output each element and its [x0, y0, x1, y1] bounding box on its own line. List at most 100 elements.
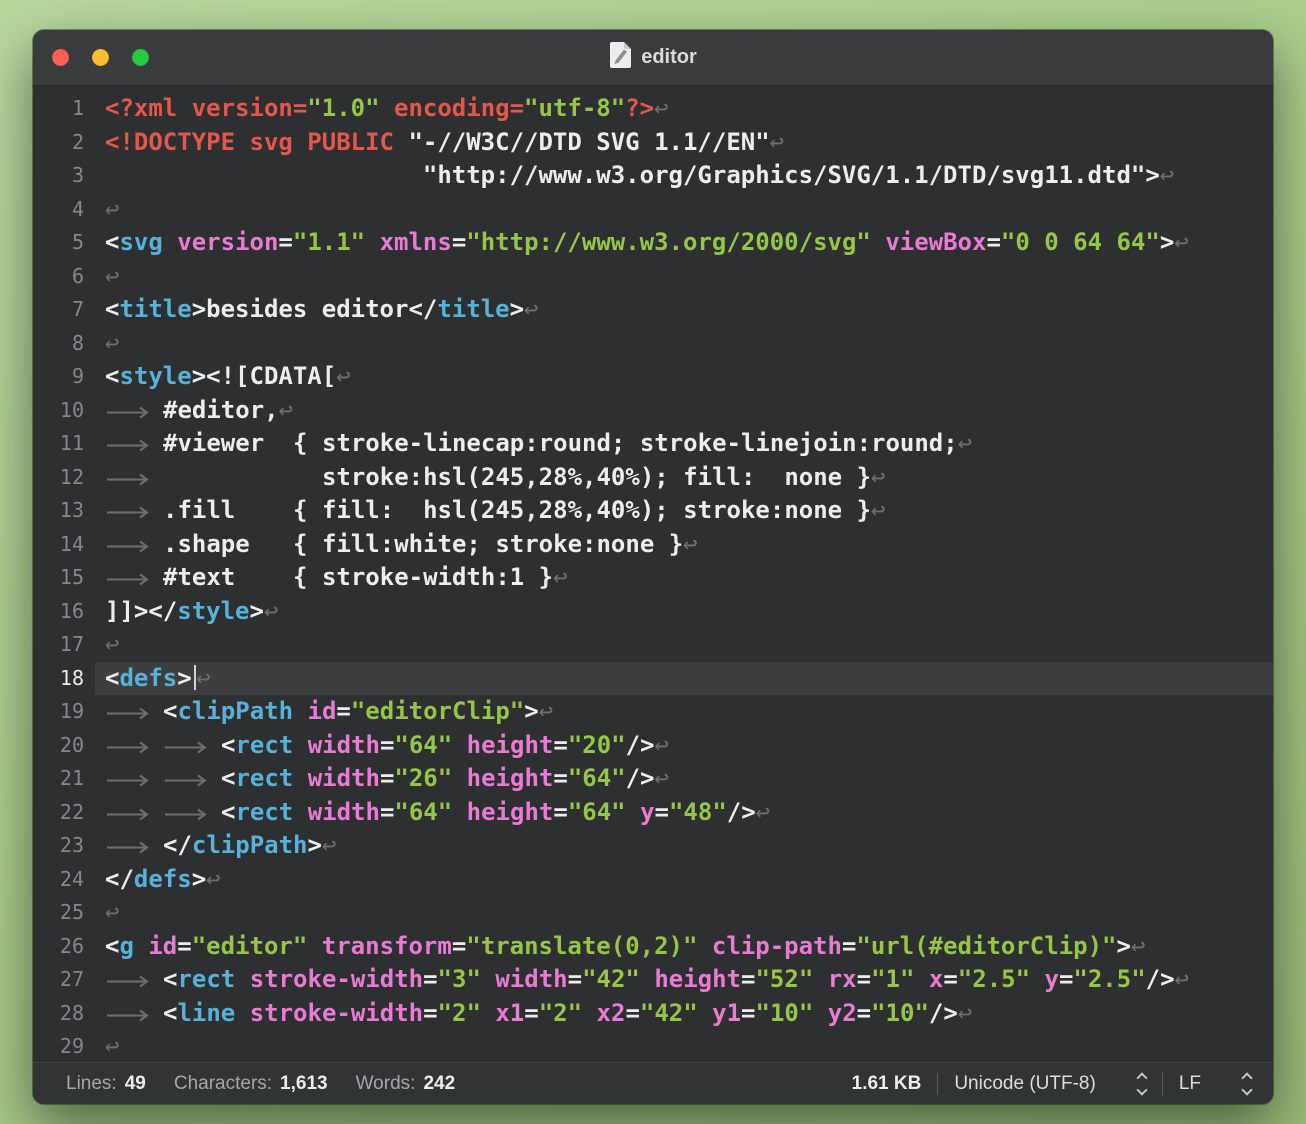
minimize-button[interactable] [92, 49, 109, 66]
code-token: /> [625, 730, 655, 759]
code-line[interactable]: 16]]></style>↩ [33, 595, 1273, 629]
code-line[interactable]: 19 <clipPath id="editorClip">↩ [33, 695, 1273, 729]
code-line-content[interactable]: <defs> ↩ [95, 661, 1273, 695]
code-token: = [278, 228, 293, 256]
code-line[interactable]: 9 <style><![CDATA[↩ [33, 360, 1273, 394]
code-line[interactable]: 10 #editor,↩ [33, 394, 1273, 428]
code-line[interactable]: 12 stroke:hsl(245,28%,40%); fill: none }… [33, 461, 1273, 495]
code-line[interactable]: 1 <?xml version="1.0" encoding="utf-8"?>↩ [33, 92, 1273, 126]
code-line[interactable]: 3 "http://www.w3.org/Graphics/SVG/1.1/DT… [33, 159, 1273, 193]
code-token: .fill { fill: hsl(245,28%,40%); stroke:n… [163, 496, 872, 524]
code-line[interactable]: 29 ↩ [33, 1030, 1273, 1062]
code-token: y2 [827, 998, 857, 1027]
code-token: "64" [567, 764, 626, 792]
code-token: rx [827, 965, 857, 993]
code-line-content[interactable]: ↩ [95, 193, 1273, 227]
encoding-select[interactable]: Unicode (UTF-8) [954, 1071, 1148, 1096]
code-line[interactable]: 7 <title>besides editor</title>↩ [33, 293, 1273, 327]
code-line[interactable]: 2 <!DOCTYPE svg PUBLIC "-//W3C//DTD SVG 1… [33, 126, 1273, 160]
code-token: "42" [582, 965, 640, 993]
code-line-content[interactable]: ]]></style>↩ [95, 595, 1273, 629]
line-ending-select[interactable]: LF [1179, 1071, 1253, 1096]
code-line[interactable]: 25 ↩ [33, 896, 1273, 930]
code-token: height [466, 797, 554, 826]
tab-invisible [163, 762, 221, 796]
code-line-content[interactable]: ↩ [95, 896, 1273, 930]
code-line-content[interactable]: "http://www.w3.org/Graphics/SVG/1.1/DTD/… [95, 159, 1273, 193]
code-line[interactable]: 6 ↩ [33, 260, 1273, 294]
code-line-content[interactable]: <rect stroke-width="3" width="42" height… [95, 963, 1273, 997]
code-token: width [307, 797, 380, 826]
code-token: "1" [871, 965, 915, 993]
code-line[interactable]: 27 <rect stroke-width="3" width="42" heig… [33, 963, 1273, 997]
code-line[interactable]: 11 #viewer { stroke-linecap:round; stroke… [33, 427, 1273, 461]
code-line-content[interactable]: #editor,↩ [95, 394, 1273, 428]
code-token: "editorClip" [350, 697, 525, 725]
code-line-content[interactable]: </defs>↩ [95, 863, 1273, 897]
code-line-content[interactable]: ↩ [95, 327, 1273, 361]
code-token: clip-path [711, 931, 842, 960]
code-line-content[interactable]: <style><![CDATA[↩ [95, 360, 1273, 394]
code-line-content[interactable]: <rect width="64" height="64" y="48"/>↩ [95, 796, 1273, 830]
code-line-content[interactable]: </clipPath>↩ [95, 829, 1273, 863]
code-line-content[interactable]: #text { stroke-width:1 }↩ [95, 561, 1273, 595]
newline-invisible: ↩ [105, 261, 120, 290]
characters-value: 1,613 [280, 1072, 328, 1094]
title-bar[interactable]: editor [33, 30, 1273, 86]
code-line[interactable]: 5 <svg version="1.1" xmlns="http://www.w3… [33, 226, 1273, 260]
code-token: defs [119, 663, 178, 692]
code-line[interactable]: 13 .fill { fill: hsl(245,28%,40%); stroke… [33, 494, 1273, 528]
code-line[interactable]: 28 <line stroke-width="2" x1="2" x2="42" … [33, 997, 1273, 1031]
code-line[interactable]: 22 <rect width="64" height="64" y="48"/>↩ [33, 796, 1273, 830]
code-line-content[interactable]: <g id="editor" transform="translate(0,2)… [95, 930, 1273, 964]
encoding-stepper[interactable] [1136, 1071, 1148, 1096]
code-line-content[interactable]: <clipPath id="editorClip">↩ [95, 695, 1273, 729]
code-line-content[interactable]: <svg version="1.1" xmlns="http://www.w3.… [95, 226, 1273, 260]
code-line-content[interactable]: <line stroke-width="2" x1="2" x2="42" y1… [95, 997, 1273, 1031]
status-divider [1161, 1072, 1163, 1095]
code-token: x1 [495, 998, 525, 1027]
code-line[interactable]: 24 </defs>↩ [33, 863, 1273, 897]
code-token: >besides editor</ [191, 295, 438, 323]
code-line[interactable]: 8 ↩ [33, 327, 1273, 361]
code-line-content[interactable]: ↩ [95, 628, 1273, 662]
zoom-button[interactable] [132, 49, 149, 66]
code-line[interactable]: 21 <rect width="26" height="64"/>↩ [33, 762, 1273, 796]
close-button[interactable] [52, 49, 69, 66]
code-line[interactable]: 17 ↩ [33, 628, 1273, 662]
code-line[interactable]: 15 #text { stroke-width:1 }↩ [33, 561, 1273, 595]
code-token: y1 [712, 998, 742, 1027]
code-line[interactable]: 20 <rect width="64" height="20"/>↩ [33, 729, 1273, 763]
code-line-content[interactable]: <!DOCTYPE svg PUBLIC "-//W3C//DTD SVG 1.… [95, 126, 1273, 160]
line-ending-stepper[interactable] [1241, 1071, 1253, 1096]
code-token: width [307, 730, 380, 759]
code-line[interactable]: 14 .shape { fill:white; stroke:none }↩ [33, 528, 1273, 562]
chevron-down-icon [1241, 1083, 1253, 1096]
code-line[interactable]: 23 </clipPath>↩ [33, 829, 1273, 863]
code-token: > [1116, 931, 1131, 960]
code-line-content[interactable]: #viewer { stroke-linecap:round; stroke-l… [95, 427, 1273, 461]
code-line[interactable]: 26 <g id="editor" transform="translate(0,… [33, 930, 1273, 964]
code-line-content[interactable]: ↩ [95, 260, 1273, 294]
newline-invisible: ↩ [105, 1032, 120, 1060]
code-editor[interactable]: 1 <?xml version="1.0" encoding="utf-8"?>↩… [33, 86, 1273, 1062]
code-line-content[interactable]: <rect width="26" height="64"/>↩ [95, 762, 1273, 796]
code-line-content[interactable]: .shape { fill:white; stroke:none }↩ [95, 528, 1273, 562]
code-token: "2" [538, 998, 583, 1027]
line-number: 23 [59, 833, 84, 857]
code-line-content[interactable]: <?xml version="1.0" encoding="utf-8"?>↩ [95, 92, 1273, 126]
code-token: xmlns [379, 228, 452, 256]
code-line-content[interactable]: <rect width="64" height="20"/>↩ [95, 729, 1273, 763]
code-line-content[interactable]: ↩ [95, 1030, 1273, 1062]
code-line-content[interactable]: stroke:hsl(245,28%,40%); fill: none }↩ [95, 461, 1273, 495]
code-token: < [163, 697, 178, 725]
code-line-content[interactable]: .fill { fill: hsl(245,28%,40%); stroke:n… [95, 494, 1273, 528]
code-token: width [495, 965, 568, 993]
code-line-content[interactable]: <title>besides editor</title>↩ [95, 293, 1273, 327]
code-token: #editor, [163, 395, 279, 424]
code-line[interactable]: 4 ↩ [33, 193, 1273, 227]
code-line[interactable]: 18 <defs> ↩ [33, 661, 1273, 695]
